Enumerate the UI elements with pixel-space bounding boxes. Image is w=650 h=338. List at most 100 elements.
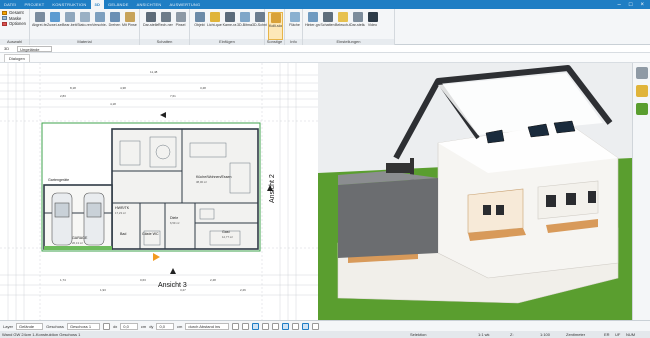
midpoint-icon[interactable] [292,322,300,330]
ribbon-button-label: Drehen [108,23,121,27]
floor-label: Geschoss [46,323,64,329]
status-object: Wand GW 24cm 1-Konstruktion Geschoss 1 [2,332,81,337]
room-cutaway [467,188,524,234]
snap-icon[interactable] [232,322,240,330]
ribbon-tab-bar: DATEI PROJEKT KONSTRUKTION 3D GELÄNDE AN… [0,0,650,9]
ribbon-button-14[interactable]: 3D-Bitmap [237,12,252,27]
ribbon-button-icon [175,12,186,22]
ribbon-button-2[interactable]: Zuwei-sen [47,12,62,27]
tab-3d[interactable]: 3D [90,0,105,9]
perpendicular-icon[interactable] [312,322,320,330]
app-window: DATEI PROJEKT KONSTRUKTION 3D GELÄNDE AN… [0,0,650,338]
quick-options: Gesamt Maske Optionen [2,10,26,27]
view-label: 3D [4,46,10,51]
minimize-icon[interactable]: – [618,2,621,8]
floor-dropdown[interactable]: Geschoss 1 [66,322,101,330]
view-toolbar: 3D Ungelände [0,45,650,53]
bottom-toolbar: Layer Gelände Geschoss Geschoss 1 dx 0,0… [0,320,650,331]
tree-icon[interactable] [635,103,648,115]
ribbon-button-label: Objekt [194,23,205,27]
dim-text: 11,48 [150,70,158,74]
distance-mode-dropdown[interactable]: durch Abstand ins [185,322,230,330]
dy-unit: cm [177,323,183,329]
ribbon-button-8[interactable]: Dar-stellen [143,12,158,27]
room-label-hwr: HWR/TK [115,206,130,210]
tab-ansichten[interactable]: ANSICHTEN [133,0,166,9]
ribbon-button-11[interactable]: Objekt [192,12,207,27]
area-text: 6,59 m² [170,221,180,225]
terrace-railing [386,163,410,173]
ribbon-button-icon [307,12,318,22]
tab-konstruktion[interactable]: KONSTRUKTION [48,0,90,9]
tab-auswertung[interactable]: AUSWERTUNG [166,0,205,9]
ribbon-button-icon [352,12,363,22]
ribbon-button-label: Verschie-ben [92,23,107,27]
ribbon-button-3[interactable]: Bear-beiten [62,12,77,27]
tab-projekt[interactable]: PROJEKT [20,0,48,9]
ribbon-button-17[interactable]: Fläche [287,12,302,27]
document-tab[interactable]: Dialogen [4,53,30,62]
ribbon-button-icon [109,12,120,22]
room-label-garage: GARAGE [72,236,88,240]
area-text: 17,23 m² [115,211,126,215]
ribbon-button-icon [337,12,348,22]
ribbon-button-13[interactable]: Kame-ra [222,12,237,27]
dim-text: 3,48 [200,86,206,90]
status-selection: Selektion [410,332,427,337]
layer-dropdown[interactable]: Gelände [16,322,44,330]
ribbon-button-label: Pinsel [175,23,186,27]
area-text: 12,77 m² [222,235,233,239]
quick-optionen[interactable]: Optionen [2,21,26,27]
grid-snap-icon[interactable] [252,322,260,330]
dx-input[interactable]: 0,0 [120,322,138,330]
endpoint-icon[interactable] [282,322,290,330]
status-coord: Z: [510,332,514,337]
dim-text: 1,74 [60,278,66,282]
ribbon-button-4[interactable]: Stato-ren [77,12,92,27]
ribbon-button-1[interactable]: Abgrei-fen [32,12,47,27]
ribbon-button-15[interactable]: 3D-Schnitt [252,12,267,27]
ribbon-button-6[interactable]: Drehen [107,12,122,27]
grid-toggle-icon[interactable] [103,322,111,330]
garage-threshold [44,246,112,250]
ribbon-button-10[interactable]: Pinsel [173,12,188,27]
ribbon-button-18[interactable]: Hinter-grund [305,12,320,27]
ribbon-button-20[interactable]: Beleuch-tung [335,12,350,27]
view-dropdown[interactable]: Ungelände [17,45,53,52]
ribbon-button-19[interactable]: Schatten [320,12,335,27]
entry-marker-icon[interactable] [153,253,160,261]
ortho-icon[interactable] [242,322,250,330]
floor-plan-view[interactable]: 11,48 8,18 4,38 3,48 2,83 7,61 4,18 1,74… [0,63,318,320]
tab-datei[interactable]: DATEI [0,0,20,9]
gesamt-icon [2,10,7,15]
dy-input[interactable]: 0,0 [156,322,174,330]
ribbon-button-12[interactable]: Licht-quelle [207,12,222,27]
angle-icon[interactable] [262,322,270,330]
ribbon-button-7[interactable]: Mit Pinsel [122,12,137,27]
ribbon-button-label: Kame-ra [222,23,237,27]
intersection-icon[interactable] [302,322,310,330]
ribbon-button-label: Abgrei-fen [32,23,47,27]
ribbon-button-icon [289,12,300,22]
3d-view[interactable] [318,63,632,320]
status-num: NUM [626,332,636,337]
skylight-icon [553,120,576,134]
dim-text: 8,18 [70,86,76,90]
status-scale-2: 1:100 [540,332,551,337]
window-controls: – □ × [618,2,650,8]
maximize-icon[interactable]: □ [629,2,633,8]
layers-icon[interactable] [635,67,648,79]
tab-gelaende[interactable]: GELÄNDE [104,0,133,9]
dim-text: 0,63 [140,278,146,282]
ribbon-button-5[interactable]: Verschie-ben [92,12,107,27]
palette-icon[interactable] [635,85,648,97]
ribbon-button-icon [254,12,265,22]
ribbon-button-9[interactable]: Rech-nen [158,12,173,27]
ribbon-button-icon [145,12,156,22]
ribbon-button-21[interactable]: Dar-stellung [350,12,365,27]
ribbon-button-label: Zuwei-sen [47,23,62,27]
close-icon[interactable]: × [640,2,644,8]
ribbon-button-16[interactable]: Kolli-sion [268,12,283,40]
ribbon-button-22[interactable]: Video [365,12,380,27]
catch-icon[interactable] [272,322,280,330]
